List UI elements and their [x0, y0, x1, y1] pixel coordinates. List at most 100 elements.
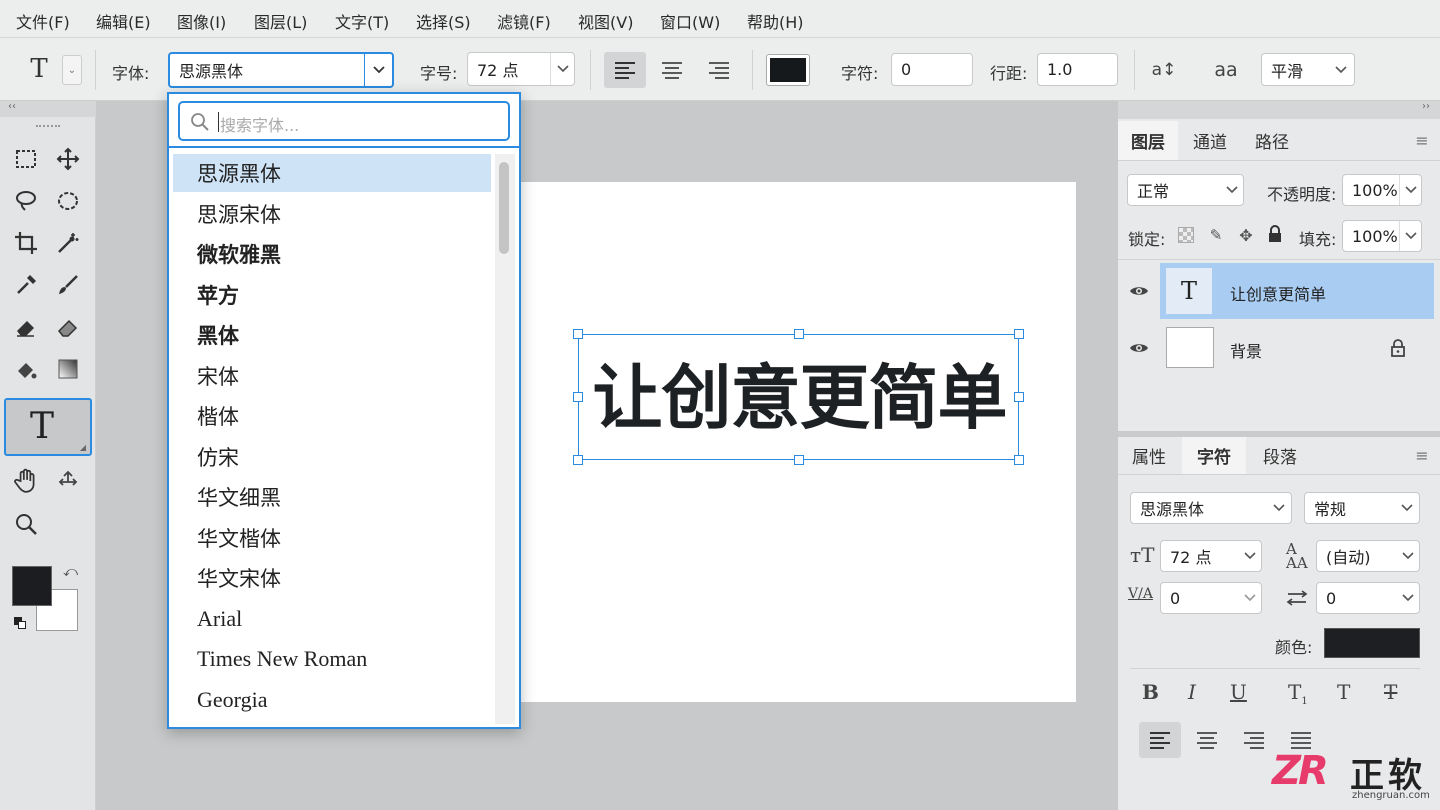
superscript-icon[interactable]: T1 [1288, 680, 1308, 707]
text-orientation-icon[interactable]: a↕ [1148, 56, 1180, 84]
transform-handle[interactable] [573, 455, 583, 465]
toolbar-header[interactable]: ‹‹ [0, 101, 96, 117]
font-option[interactable]: 仿宋 [173, 438, 491, 476]
zoom-tool[interactable] [8, 506, 44, 542]
align-center-button[interactable] [651, 52, 693, 88]
canvas-text[interactable]: 让创意更简单 [579, 353, 1020, 443]
tab-layers[interactable]: 图层 [1118, 121, 1178, 160]
chevron-down-icon[interactable] [1328, 54, 1354, 85]
char-leading-select[interactable]: (自动) [1316, 540, 1420, 572]
chevron-down-icon[interactable] [550, 53, 574, 85]
menu-layer[interactable]: 图层(L) [254, 9, 307, 33]
tab-properties[interactable]: 属性 [1118, 437, 1180, 474]
font-option[interactable]: 华文宋体 [173, 559, 491, 597]
chevron-down-icon[interactable] [364, 54, 392, 86]
transform-handle[interactable] [794, 455, 804, 465]
panel-menu-icon[interactable]: ≡ [1410, 121, 1434, 160]
menu-edit[interactable]: 编辑(E) [96, 9, 151, 33]
tab-channels[interactable]: 通道 [1180, 121, 1240, 160]
antialias-select[interactable]: 平滑 [1261, 53, 1355, 86]
font-option[interactable]: 微软雅黑 [173, 235, 491, 273]
chevron-down-icon[interactable] [1397, 541, 1419, 571]
font-option[interactable]: Arial [173, 600, 491, 638]
char-font-family-select[interactable]: 思源黑体 [1130, 492, 1292, 524]
strikethrough-icon[interactable]: T [1384, 680, 1397, 704]
para-align-left-button[interactable] [1139, 722, 1181, 758]
font-option[interactable]: 宋体 [173, 357, 491, 395]
gradient-tool[interactable] [50, 351, 86, 387]
font-option[interactable]: 苹方 [173, 276, 491, 314]
brush-tool[interactable] [50, 267, 86, 303]
layer-row-text[interactable]: T 让创意更简单 [1118, 263, 1440, 319]
font-option[interactable]: 楷体 [173, 397, 491, 435]
transform-handle[interactable] [573, 392, 583, 402]
lock-pixels-icon[interactable]: ✎ [1206, 225, 1226, 245]
font-size-select[interactable]: 72 点 [467, 52, 575, 86]
tool-preset-dropdown[interactable]: ⌄ [62, 55, 82, 85]
char-tracking-input[interactable]: 0 [1316, 582, 1420, 614]
menu-window[interactable]: 窗口(W) [660, 9, 720, 33]
menu-filter[interactable]: 滤镜(F) [497, 9, 551, 33]
layer-name[interactable]: 背景 [1230, 338, 1262, 362]
lock-transparency-icon[interactable] [1178, 227, 1194, 243]
font-option[interactable]: 思源宋体 [173, 195, 491, 233]
font-search-input[interactable]: 搜索字体... [178, 101, 510, 141]
italic-icon[interactable]: I [1188, 680, 1196, 704]
menu-file[interactable]: 文件(F) [16, 9, 70, 33]
paint-bucket-tool[interactable] [8, 351, 44, 387]
swap-colors-icon[interactable]: ⤺ [63, 564, 78, 580]
layer-row-background[interactable]: 背景 [1118, 320, 1440, 376]
lock-all-icon[interactable] [1267, 225, 1283, 247]
eyedropper-tool[interactable] [8, 267, 44, 303]
eye-icon[interactable] [1128, 338, 1150, 358]
font-option[interactable]: Georgia [173, 681, 491, 719]
chevron-down-icon[interactable] [1399, 221, 1421, 251]
font-list-scrollbar[interactable] [495, 154, 515, 724]
font-option[interactable]: Times New Roman [173, 640, 491, 678]
char-font-style-select[interactable]: 常规 [1304, 492, 1420, 524]
all-caps-icon[interactable]: T [1337, 680, 1350, 704]
transform-handle[interactable] [1014, 455, 1024, 465]
menu-type[interactable]: 文字(T) [335, 9, 389, 33]
bold-icon[interactable]: B [1142, 680, 1159, 704]
chevron-down-icon[interactable] [1267, 493, 1291, 523]
scrollbar-thumb[interactable] [499, 162, 509, 254]
marquee-tool[interactable] [8, 141, 44, 177]
blend-mode-select[interactable]: 正常 [1127, 174, 1244, 206]
transform-handle[interactable] [794, 329, 804, 339]
font-option[interactable]: 思源黑体 [173, 154, 491, 192]
lasso-tool[interactable] [8, 183, 44, 219]
foreground-color-swatch[interactable] [12, 566, 52, 606]
text-bounding-box[interactable]: 让创意更简单 [573, 329, 1024, 465]
grip-handle[interactable] [36, 125, 60, 129]
panel-menu-icon[interactable]: ≡ [1410, 437, 1434, 474]
font-option[interactable]: 华文细黑 [173, 478, 491, 516]
text-color-swatch[interactable] [766, 54, 810, 86]
menu-view[interactable]: 视图(V) [578, 9, 633, 33]
polygon-lasso-tool[interactable] [50, 183, 86, 219]
transform-handle[interactable] [573, 329, 583, 339]
char-kerning-input[interactable]: 0 [1160, 582, 1262, 614]
fill-input[interactable]: 100% [1342, 220, 1422, 252]
background-eraser-tool[interactable] [50, 309, 86, 345]
expand-icon[interactable]: ›› [1422, 101, 1430, 112]
transform-handle[interactable] [1014, 392, 1024, 402]
tab-paragraph[interactable]: 段落 [1248, 437, 1312, 474]
chevron-down-icon[interactable] [1397, 583, 1419, 613]
transform-handle[interactable] [1014, 329, 1024, 339]
underline-icon[interactable]: U [1230, 680, 1247, 704]
collapse-icon[interactable]: ‹‹ [8, 101, 16, 112]
align-left-button[interactable] [604, 52, 646, 88]
lock-position-icon[interactable]: ✥ [1236, 225, 1256, 245]
eye-icon[interactable] [1128, 281, 1150, 301]
chevron-down-icon[interactable] [1395, 493, 1419, 523]
align-right-button[interactable] [698, 52, 740, 88]
para-align-right-button[interactable] [1233, 722, 1275, 758]
type-tool-preset-icon[interactable]: T [22, 52, 56, 86]
menu-help[interactable]: 帮助(H) [747, 9, 804, 33]
layer-name[interactable]: 让创意更简单 [1230, 281, 1326, 305]
font-option[interactable]: 黑体 [173, 316, 491, 354]
magic-wand-tool[interactable] [50, 225, 86, 261]
default-colors-icon[interactable] [14, 617, 26, 629]
font-option[interactable]: 华文楷体 [173, 519, 491, 557]
